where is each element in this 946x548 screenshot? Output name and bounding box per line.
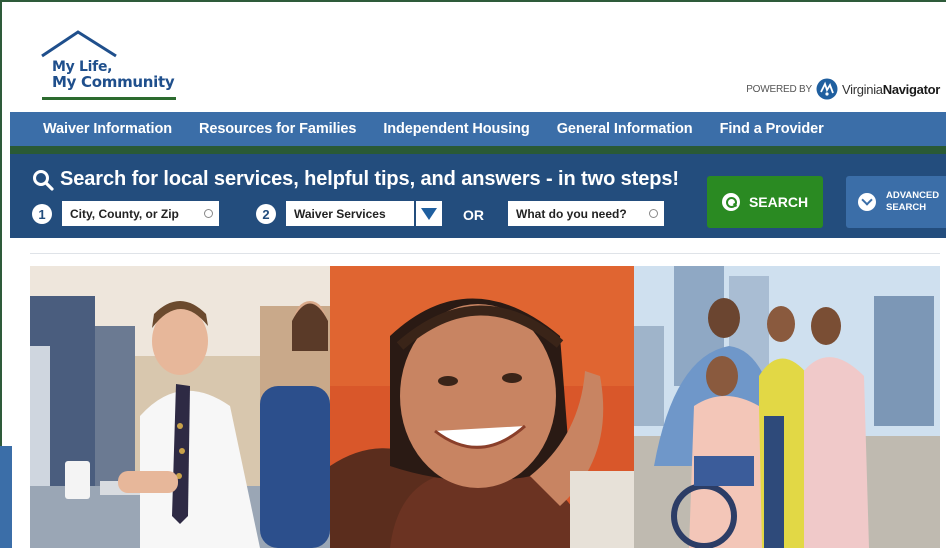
search-icon — [33, 169, 54, 191]
or-separator: OR — [463, 207, 484, 223]
nav-general-information[interactable]: General Information — [557, 121, 693, 137]
main-nav: Waiver Information Resources for Familie… — [10, 112, 946, 146]
location-input[interactable]: City, County, or Zip — [62, 201, 219, 226]
need-input-indicator — [649, 209, 658, 218]
powered-by-label: POWERED BY — [746, 83, 812, 95]
powered-by[interactable]: POWERED BY VirginiaNavigator — [746, 76, 940, 102]
advanced-search-label: ADVANCED SEARCH — [886, 190, 940, 213]
location-input-indicator — [204, 209, 213, 218]
site-header: My Life, My Community POWERED BY Virgini… — [10, 12, 946, 112]
content-divider — [30, 253, 940, 254]
hero-photos — [30, 266, 940, 548]
nav-resources-for-families[interactable]: Resources for Families — [199, 121, 356, 137]
need-input-value: What do you need? — [516, 206, 627, 221]
waiver-services-value: Waiver Services — [294, 206, 386, 221]
virginia-navigator-brand: VirginiaNavigator — [842, 81, 940, 97]
need-input[interactable]: What do you need? — [508, 201, 664, 226]
advanced-search-button[interactable]: ADVANCED SEARCH — [846, 176, 946, 228]
logo-line-2: My Community — [52, 73, 175, 91]
dropdown-arrow-icon[interactable] — [414, 201, 442, 226]
search-button-label: SEARCH — [748, 194, 809, 210]
search-panel: Search for local services, helpful tips,… — [10, 154, 946, 238]
location-input-value: City, County, or Zip — [70, 206, 179, 221]
site-logo[interactable]: My Life, My Community — [40, 26, 190, 104]
step-1-badge: 1 — [32, 204, 52, 224]
nav-waiver-information[interactable]: Waiver Information — [43, 121, 172, 137]
search-button[interactable]: SEARCH — [707, 176, 823, 228]
left-accent-bar — [0, 446, 12, 548]
search-heading-text: Search for local services, helpful tips,… — [60, 168, 679, 190]
waiver-services-select[interactable]: Waiver Services — [286, 201, 442, 226]
chevron-down-icon — [858, 193, 876, 211]
virginia-navigator-icon — [816, 78, 838, 100]
search-heading: Search for local services, helpful tips,… — [32, 168, 679, 191]
nav-find-a-provider[interactable]: Find a Provider — [720, 121, 824, 137]
nav-independent-housing[interactable]: Independent Housing — [383, 121, 529, 137]
photo-family-group — [634, 266, 940, 548]
photo-man-at-computer — [30, 266, 330, 548]
nav-accent-stripe — [10, 146, 946, 154]
step-2-badge: 2 — [256, 204, 276, 224]
photo-smiling-woman — [330, 266, 634, 548]
search-button-icon — [721, 193, 740, 211]
logo-underline — [42, 97, 176, 100]
